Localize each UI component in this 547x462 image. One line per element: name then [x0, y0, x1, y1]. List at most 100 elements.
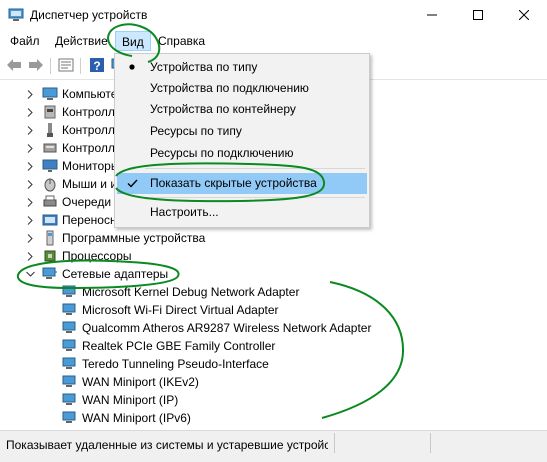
menu-action[interactable]: Действие — [55, 34, 108, 48]
toolbar-separator — [80, 58, 81, 74]
usb-icon — [42, 122, 58, 138]
tree-device[interactable]: Qualcomm Atheros AR9287 Wireless Network… — [62, 319, 371, 337]
chevron-right-icon[interactable] — [24, 193, 36, 211]
chevron-right-icon[interactable] — [24, 247, 36, 265]
tree-device[interactable]: Microsoft Kernel Debug Network Adapter — [62, 283, 299, 301]
menu-bar: Файл Действие Вид Справка — [0, 30, 547, 52]
software-device-icon — [42, 230, 58, 246]
tree-device[interactable]: Realtek PCIe GBE Family Controller — [62, 337, 275, 355]
tree-device[interactable]: WAN Miniport (IP) — [62, 391, 178, 409]
monitor-icon — [42, 158, 58, 174]
menu-item-label: Ресурсы по подключению — [150, 146, 294, 160]
computer-icon — [42, 86, 58, 102]
menu-item-devices-by-container[interactable]: Устройства по контейнеру — [117, 99, 367, 120]
svg-text:?: ? — [93, 59, 100, 73]
menu-item-label: Устройства по подключению — [150, 81, 309, 95]
tree-device-label: WAN Miniport (IP) — [82, 393, 179, 407]
status-bar: Показывает удаленные из системы и устаре… — [0, 430, 547, 462]
tree-device-label: Realtek PCIe GBE Family Controller — [82, 339, 276, 353]
chevron-down-icon[interactable] — [24, 265, 36, 283]
tree-category[interactable]: Компьютер — [24, 85, 124, 103]
ide-controller-icon — [42, 104, 58, 120]
chevron-right-icon[interactable] — [24, 85, 36, 103]
forward-icon — [28, 58, 44, 75]
network-adapter-icon — [62, 356, 78, 372]
tree-device-label: Microsoft Kernel Debug Network Adapter — [82, 285, 300, 299]
close-icon — [519, 10, 529, 20]
tree-category[interactable]: Процессоры — [24, 247, 132, 265]
chevron-right-icon[interactable] — [24, 103, 36, 121]
network-adapter-icon — [62, 374, 78, 390]
bullet-icon — [126, 60, 138, 74]
chevron-right-icon[interactable] — [24, 157, 36, 175]
maximize-button[interactable] — [455, 0, 501, 30]
network-adapter-icon — [42, 266, 58, 282]
maximize-icon — [473, 10, 483, 20]
view-menu: Устройства по типу Устройства по подключ… — [114, 53, 370, 228]
status-text: Показывает удаленные из системы и устаре… — [6, 438, 328, 452]
tree-category-label: Процессоры — [62, 249, 132, 263]
tree-device-label: WAN Miniport (IPv6) — [82, 411, 191, 425]
menu-item-resources-by-connection[interactable]: Ресурсы по подключению — [117, 143, 367, 164]
back-button[interactable] — [5, 57, 23, 75]
chevron-right-icon[interactable] — [24, 175, 36, 193]
menu-item-label: Устройства по контейнеру — [150, 102, 296, 116]
window-title: Диспетчер устройств — [30, 8, 148, 22]
menu-item-label: Ресурсы по типу — [150, 124, 242, 138]
chevron-right-icon[interactable] — [24, 229, 36, 247]
forward-button[interactable] — [27, 57, 45, 75]
tree-category-label: Программные устройства — [62, 231, 206, 245]
chevron-right-icon[interactable] — [24, 121, 36, 139]
tree-device-label: Teredo Tunneling Pseudo-Interface — [82, 357, 269, 371]
status-pane-divider — [334, 433, 335, 453]
help-button[interactable]: ? — [88, 57, 106, 75]
tree-category-label: Мониторы — [62, 159, 120, 173]
properties-icon — [58, 58, 74, 75]
processor-icon — [42, 248, 58, 264]
network-adapter-icon — [62, 320, 78, 336]
menu-view[interactable]: Вид — [115, 31, 151, 51]
menu-separator — [145, 168, 365, 169]
tree-device-label: WAN Miniport (IKEv2) — [82, 375, 199, 389]
menu-item-label: Настроить... — [150, 205, 219, 219]
tree-category[interactable]: Программные устройства — [24, 229, 205, 247]
back-icon — [6, 58, 22, 75]
print-queue-icon — [42, 194, 58, 210]
network-adapter-icon — [62, 392, 78, 408]
device-manager-icon — [8, 8, 24, 22]
menu-file[interactable]: Файл — [10, 34, 40, 48]
tree-device-label: Qualcomm Atheros AR9287 Wireless Network… — [82, 321, 372, 335]
network-adapter-icon — [62, 302, 78, 318]
menu-item-label: Устройства по типу — [150, 60, 258, 74]
close-button[interactable] — [501, 0, 547, 30]
tree-device[interactable]: WAN Miniport (IPv6) — [62, 409, 191, 427]
mouse-icon — [42, 176, 58, 192]
tree-category[interactable]: Мониторы — [24, 157, 119, 175]
menu-item-show-hidden-devices[interactable]: Показать скрытые устройства — [117, 173, 367, 194]
tree-device[interactable]: WAN Miniport (IKEv2) — [62, 373, 199, 391]
menu-item-devices-by-type[interactable]: Устройства по типу — [117, 57, 367, 78]
tree-category-expanded[interactable]: Сетевые адаптеры — [24, 265, 168, 283]
tree-device-label: Microsoft Wi-Fi Direct Virtual Adapter — [82, 303, 279, 317]
network-adapter-icon — [62, 338, 78, 354]
minimize-button[interactable] — [409, 0, 455, 30]
tree-device[interactable]: Microsoft Wi-Fi Direct Virtual Adapter — [62, 301, 279, 319]
properties-button[interactable] — [57, 57, 75, 75]
menu-item-customize[interactable]: Настроить... — [117, 202, 367, 223]
toolbar-separator — [50, 58, 51, 74]
chevron-right-icon[interactable] — [24, 211, 36, 229]
network-adapter-icon — [62, 284, 78, 300]
storage-controller-icon — [42, 140, 58, 156]
chevron-right-icon[interactable] — [24, 139, 36, 157]
check-icon — [126, 176, 138, 190]
menu-help[interactable]: Справка — [158, 34, 205, 48]
menu-item-devices-by-connection[interactable]: Устройства по подключению — [117, 78, 367, 99]
title-bar: Диспетчер устройств — [0, 0, 547, 30]
network-adapter-icon — [62, 410, 78, 426]
minimize-icon — [427, 10, 437, 20]
menu-item-resources-by-type[interactable]: Ресурсы по типу — [117, 121, 367, 142]
tree-category-label: Сетевые адаптеры — [62, 267, 169, 281]
help-icon: ? — [89, 57, 105, 76]
portable-device-icon — [42, 212, 58, 228]
tree-device[interactable]: Teredo Tunneling Pseudo-Interface — [62, 355, 269, 373]
